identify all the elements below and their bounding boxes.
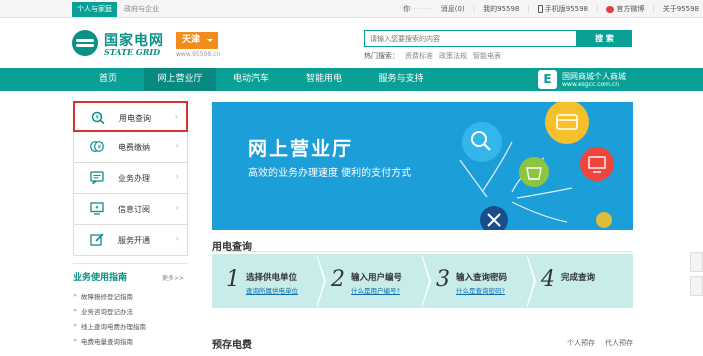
chevron-right-icon: › [174, 112, 178, 121]
guide-item[interactable]: 故障报修登记指南 [73, 291, 188, 306]
tab-personal[interactable]: 个人与家庭 [72, 2, 117, 17]
search-input[interactable] [364, 30, 577, 47]
nav-ev[interactable]: 电动汽车 [216, 68, 286, 91]
chat-icon [90, 171, 104, 184]
my95598-link[interactable]: 我的95598 [483, 4, 519, 14]
nav-smart-power[interactable]: 智能用电 [286, 68, 362, 91]
weibo-link[interactable]: 官方微博 [606, 4, 644, 14]
top-bar: 个人与家庭 政府与企业 你······· 消息(0) | 我的95598 | 手… [0, 0, 703, 18]
sidebar-item-power-query[interactable]: 用电查询 › [73, 101, 188, 132]
mobile-label: 手机版95598 [544, 5, 588, 13]
state-grid-logo-icon[interactable] [72, 30, 98, 56]
sidebar-item-label: 业务办理 [118, 174, 150, 183]
query-steps: 1 选择供电单位 查询所属供电单位 2 输入用户编号 什么是用户编号? 3 输入… [212, 254, 633, 308]
shop-bubble-icon [519, 157, 549, 187]
query-step: 1 选择供电单位 查询所属供电单位 [212, 254, 317, 308]
sidebar-item-label: 服务开通 [118, 236, 150, 245]
tab-personal-prepay[interactable]: 个人预存 [567, 339, 595, 347]
step-link[interactable]: 什么是查询密码? [456, 285, 505, 295]
user-greeting: 你······· [403, 4, 433, 14]
business-guide: 业务使用指南 更多>> 故障报修登记指南 业务咨询登记办法 线上查询电费办理指南… [73, 263, 188, 351]
sidebar-item-label: 电费缴纳 [118, 143, 150, 152]
chevron-right-icon: › [175, 172, 179, 181]
divider: | [652, 5, 655, 13]
chevron-right-icon: › [175, 203, 179, 212]
banner[interactable]: 网上营业厅 高效的业务办理速度 便利的支付方式 [212, 102, 633, 230]
step-number: 4 [541, 267, 555, 292]
hot-search-label: 热门搜索： [364, 52, 399, 60]
city-selector[interactable]: 天津 [176, 32, 218, 49]
site-url: www.95598.cn [176, 51, 221, 58]
guide-list: 故障报修登记指南 业务咨询登记办法 线上查询电费办理指南 电费电量查询指南 [73, 291, 188, 351]
banner-illustration [459, 102, 614, 230]
mall-url: www.esgcc.com.cn [562, 81, 620, 88]
user-name-blurred: ······· [410, 5, 433, 13]
guide-item[interactable]: 线上查询电费办理指南 [73, 321, 188, 336]
step-title: 输入用户编号 [351, 273, 403, 283]
top-links: 你······· 消息(0) | 我的95598 | 手机版95598 | 官方… [403, 0, 699, 18]
weibo-label: 官方微博 [616, 5, 645, 13]
main-nav: 首页 网上营业厅 电动汽车 智能用电 服务与支持 E 国网商城个人商城 www.… [0, 68, 703, 91]
prepay-section-title: 预存电费 [212, 340, 252, 351]
hot-keyword[interactable]: 智能电表 [473, 52, 501, 60]
nav-online-hall[interactable]: 网上营业厅 [144, 68, 216, 91]
monitor-icon [90, 202, 104, 215]
logo-english[interactable]: STATE GRID [104, 47, 160, 57]
search-bubble-icon [462, 122, 502, 162]
divider: | [596, 5, 599, 13]
chevron-right-icon: › [175, 234, 179, 243]
step-number: 3 [436, 267, 450, 292]
sidebar-item-bill-payment[interactable]: ¥ 电费缴纳 › [73, 132, 188, 163]
messages-link[interactable]: 消息(0) [441, 4, 465, 14]
coins-icon: ¥ [90, 141, 104, 152]
sidebar: 用电查询 › ¥ 电费缴纳 › 业务办理 › 信息订阅 › 服务开通 › [73, 101, 188, 256]
sidebar-item-subscription[interactable]: 信息订阅 › [73, 194, 188, 225]
step-link[interactable]: 什么是用户编号? [351, 285, 400, 295]
share-float-icon[interactable] [690, 276, 703, 296]
step-number: 1 [226, 267, 240, 292]
sidebar-item-label: 用电查询 [119, 114, 151, 123]
guide-item[interactable]: 电费电量查询指南 [73, 336, 188, 351]
svg-text:¥: ¥ [97, 144, 101, 151]
phone-icon [537, 5, 543, 13]
card-bubble-icon [545, 102, 589, 144]
hot-search: 热门搜索： 资费标准 政策法规 智能电表 [364, 51, 501, 61]
sidebar-item-label: 信息订阅 [118, 205, 150, 214]
query-step: 3 输入查询密码 什么是查询密码? [422, 254, 527, 308]
esgcc-logo-icon: E [538, 70, 557, 89]
hot-keyword[interactable]: 政策法规 [439, 52, 467, 60]
chevron-right-icon: › [175, 141, 179, 150]
guide-item[interactable]: 业务咨询登记办法 [73, 306, 188, 321]
guide-more-link[interactable]: 更多>> [162, 273, 184, 282]
monitor-bubble-icon [580, 147, 614, 181]
search-button[interactable]: 搜 索 [577, 30, 632, 47]
tab-business[interactable]: 政府与企业 [119, 2, 164, 17]
search-bolt-icon [91, 111, 105, 124]
step-title: 输入查询密码 [456, 273, 508, 283]
query-step: 2 输入用户编号 什么是用户编号? [317, 254, 422, 308]
hot-keyword[interactable]: 资费标准 [405, 52, 433, 60]
divider: | [527, 5, 530, 13]
weibo-icon [606, 5, 615, 13]
sidebar-item-service-open[interactable]: 服务开通 › [73, 225, 188, 256]
query-step: 4 完成查询 [527, 254, 633, 308]
section-divider [212, 251, 633, 252]
step-link[interactable]: 查询所属供电单位 [246, 285, 298, 295]
edit-icon [90, 233, 104, 246]
header: 国家电网 STATE GRID 天津 www.95598.cn 搜 索 热门搜索… [0, 18, 703, 68]
mobile-link[interactable]: 手机版95598 [537, 4, 588, 14]
feedback-float-icon[interactable] [690, 252, 703, 272]
tools-bubble-icon [480, 206, 508, 230]
sidebar-item-business[interactable]: 业务办理 › [73, 163, 188, 194]
prepay-tabs: 个人预存 代人预存 [557, 338, 633, 348]
divider: | [472, 5, 476, 13]
step-title: 完成查询 [561, 273, 596, 283]
nav-home[interactable]: 首页 [72, 68, 144, 91]
tab-proxy-prepay[interactable]: 代人预存 [605, 339, 633, 347]
step-number: 2 [331, 267, 345, 292]
nav-service-support[interactable]: 服务与支持 [362, 68, 440, 91]
step-title: 选择供电单位 [246, 273, 298, 283]
about-link[interactable]: 关于95598 [663, 4, 699, 14]
